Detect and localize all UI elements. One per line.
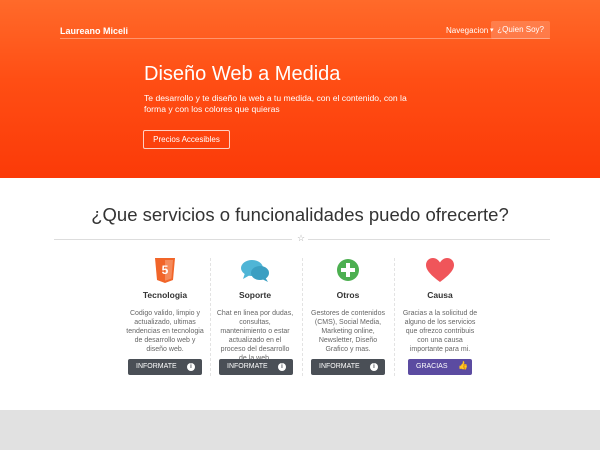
button-label: GRACIAS [416,363,448,370]
service-title: Otros [336,290,360,300]
svg-text:5: 5 [162,263,169,277]
hero-section: Laureano Miceli Navegacion ▾ ¿Quien Soy?… [0,0,600,178]
service-card-tecnologia: 5 Tecnologia Codigo valido, limpio y act… [126,258,204,354]
navbar: Laureano Miceli Navegacion ▾ ¿Quien Soy? [60,20,550,40]
service-description: Gestores de contenidos (CMS), Social Med… [311,310,385,353]
divider-left [54,239,292,240]
info-icon: i [370,363,378,371]
divider-right [308,239,550,240]
card-divider [394,258,395,376]
heart-icon [425,258,455,284]
footer-band [0,410,600,450]
service-title: Tecnologia [142,290,188,300]
pricing-button[interactable]: Precios Accesibles [143,130,230,149]
informate-button[interactable]: INFORMATE i [128,359,202,375]
button-label: INFORMATE [227,363,268,370]
informate-button[interactable]: INFORMATE i [219,359,293,375]
service-card-soporte: Soporte Chat en linea por dudas, consult… [216,258,294,363]
service-description: Chat en linea por dudas, consultas, mant… [216,310,294,362]
navigation-dropdown[interactable]: Navegacion [446,26,488,35]
informate-button[interactable]: INFORMATE i [311,359,385,375]
thumbs-up-icon: 👍 [458,361,468,370]
who-am-i-link[interactable]: ¿Quien Soy? [491,21,550,39]
chat-bubbles-icon [240,258,270,284]
service-description: Codigo valido, limpio y actualizado, ult… [126,310,204,353]
hero-title: Diseño Web a Medida [144,63,341,85]
nav-divider [60,38,550,39]
hero-description: Te desarrollo y te diseño la web a tu me… [144,93,407,114]
info-icon: i [187,363,195,371]
service-title: Soporte [238,290,272,300]
service-card-causa: Causa Gracias a la solicitud de alguno d… [401,258,479,354]
card-divider [302,258,303,376]
info-icon: i [278,363,286,371]
services-heading: ¿Que servicios o funcionalidades puedo o… [91,204,509,225]
star-icon: ☆ [296,233,306,243]
plus-circle-icon [333,258,363,284]
service-title: Causa [427,290,453,300]
html5-icon: 5 [150,258,180,284]
button-label: INFORMATE [136,363,177,370]
service-description: Gracias a la solicitud de alguno de los … [402,310,478,353]
service-card-otros: Otros Gestores de contenidos (CMS), Soci… [309,258,387,354]
button-label: INFORMATE [319,363,360,370]
card-divider [210,258,211,376]
gracias-button[interactable]: GRACIAS 👍 [408,359,472,375]
brand-link[interactable]: Laureano Miceli [60,26,128,36]
